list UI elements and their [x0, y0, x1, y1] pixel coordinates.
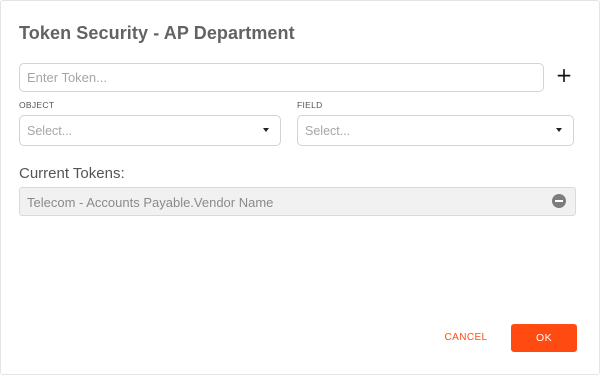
ok-button[interactable]: OK [511, 324, 577, 352]
object-select[interactable]: Select... [19, 115, 281, 146]
dialog-title: Token Security - AP Department [19, 23, 295, 43]
field-select[interactable]: Select... [297, 115, 574, 146]
cancel-button[interactable]: CANCEL [437, 329, 495, 347]
add-token-button[interactable]: + [555, 65, 573, 85]
chevron-down-icon [263, 128, 269, 132]
token-list-item-label: Telecom - Accounts Payable.Vendor Name [27, 195, 274, 210]
field-label: FIELD [297, 100, 323, 110]
current-tokens-heading: Current Tokens: [19, 165, 125, 182]
object-label: OBJECT [19, 100, 55, 110]
token-list-item: Telecom - Accounts Payable.Vendor Name [19, 187, 576, 216]
field-select-value: Select... [305, 124, 351, 138]
object-select-value: Select... [27, 124, 73, 138]
token-input[interactable] [19, 63, 544, 92]
chevron-down-icon [556, 128, 562, 132]
token-security-dialog: Token Security - AP Department + OBJECT … [0, 0, 600, 375]
minus-circle-icon[interactable] [552, 194, 566, 208]
